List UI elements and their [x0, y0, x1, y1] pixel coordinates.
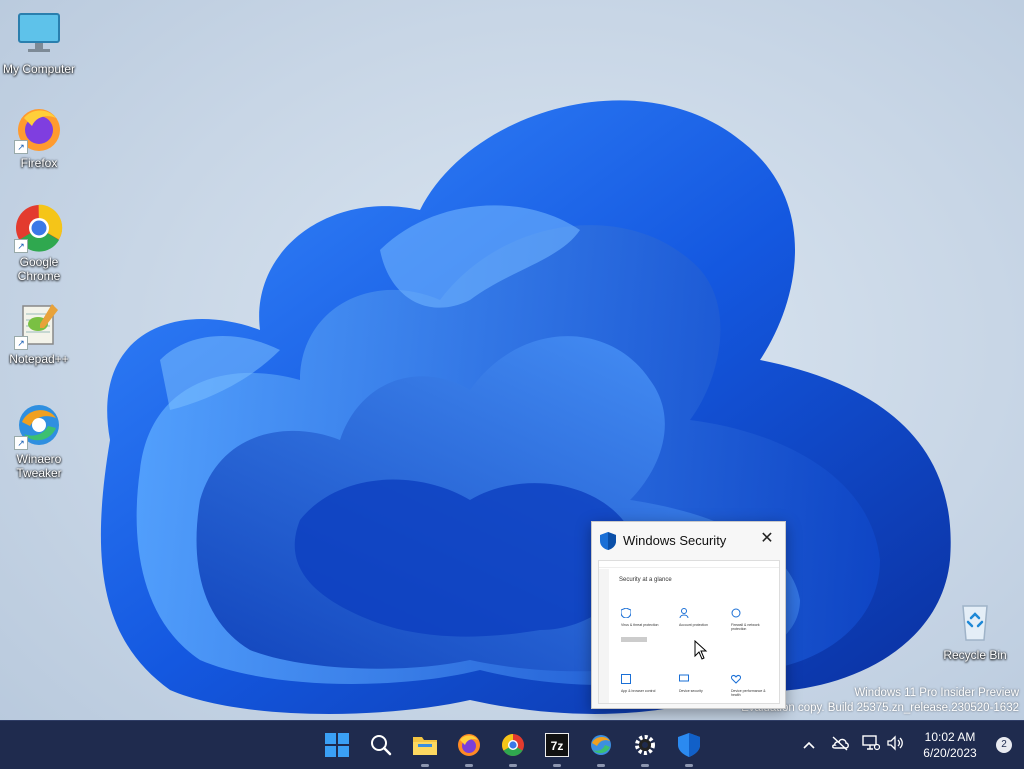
chrome-icon: ↗ [14, 203, 64, 253]
thumb-tile-button [621, 637, 647, 642]
search-icon [371, 735, 392, 756]
desktop-icon-firefox[interactable]: ↗ Firefox [1, 104, 77, 170]
firefox-icon: ↗ [14, 104, 64, 154]
desktop-icon-label: Recycle Bin [943, 648, 1007, 662]
notepad-plus-plus-icon: ↗ [14, 300, 64, 350]
taskbar-settings[interactable] [629, 729, 661, 767]
desktop-icon-label: Google [19, 255, 59, 269]
running-indicator [509, 764, 517, 767]
taskbar: 7z 10:02 AM 6/20/2023 2 [0, 720, 1024, 769]
clock-date: 6/20/2023 [923, 746, 977, 760]
system-tray: 10:02 AM 6/20/2023 2 [800, 721, 1012, 769]
chrome-icon [502, 734, 524, 756]
person-icon [679, 608, 689, 619]
settings-icon [635, 735, 655, 755]
winaero-tweaker-icon [591, 735, 611, 755]
windows-security-icon [678, 733, 700, 757]
running-indicator [553, 764, 561, 767]
desktop-icon-my-computer[interactable]: My Computer [1, 10, 77, 76]
thumb-tile-firewall: Firewall & network protection [731, 605, 775, 631]
start-icon [325, 733, 349, 757]
thumb-tile-virus: Virus & threat protection [620, 605, 665, 642]
desktop-icon-notepad-plus-plus[interactable]: ↗ Notepad++ [1, 300, 77, 366]
volume-icon [887, 734, 903, 751]
running-indicator [421, 764, 429, 767]
running-indicator [685, 764, 693, 767]
network-icon [862, 734, 881, 750]
windows-security-preview[interactable]: Windows Security ✕ Security at a glance … [591, 521, 786, 709]
shortcut-arrow-icon: ↗ [14, 140, 28, 154]
chevron-up-icon [803, 741, 815, 749]
shield-icon [620, 607, 632, 619]
clock-time: 10:02 AM [924, 730, 976, 744]
running-indicator [465, 764, 473, 767]
thumb-heading: Security at a glance [619, 577, 672, 583]
laptop-icon [679, 674, 689, 682]
taskbar-windows-security[interactable] [673, 729, 705, 767]
thumb-tile-label: App & browser control [621, 689, 656, 693]
thumb-tile-label: Virus & threat protection [621, 623, 659, 627]
preview-close-button[interactable]: ✕ [759, 531, 775, 547]
7zip-icon: 7z [545, 733, 569, 757]
notification-count-badge: 2 [1001, 739, 1007, 750]
taskbar-chrome[interactable] [497, 729, 529, 767]
desktop-icon-recycle-bin[interactable]: Recycle Bin [937, 596, 1013, 662]
wallpaper [100, 100, 951, 714]
shortcut-arrow-icon: ↗ [14, 239, 28, 253]
taskbar-firefox[interactable] [453, 729, 485, 767]
show-hidden-icons-button[interactable] [800, 736, 818, 754]
browser-icon [621, 674, 631, 684]
desktop-icon-google-chrome[interactable]: ↗ Google Chrome [1, 203, 77, 283]
recycle-bin-icon [950, 596, 1000, 646]
thumb-tile-device-security: Device security [679, 671, 723, 693]
shortcut-arrow-icon: ↗ [14, 436, 28, 450]
monitor-icon [14, 10, 64, 60]
running-indicator [641, 764, 649, 767]
search-button[interactable] [365, 729, 397, 761]
thumb-tile-account: Account protection [679, 605, 723, 627]
desktop-icon-label: Notepad++ [9, 352, 69, 366]
desktop-icon-label: Chrome [17, 269, 61, 283]
desktop-icon-label: Firefox [20, 156, 58, 170]
desktop-icon-label: Tweaker [16, 466, 62, 480]
thumb-tile-app-browser: App & browser control [621, 671, 665, 693]
preview-thumbnail[interactable]: Security at a glance Virus & threat prot… [598, 560, 780, 704]
taskbar-winaero-tweaker[interactable] [585, 729, 617, 767]
heart-icon [731, 675, 741, 684]
thumb-tile-label: Device performance & health [731, 689, 766, 697]
firefox-icon [458, 734, 480, 756]
svg-text:7z: 7z [551, 739, 564, 753]
clock-button[interactable]: 10:02 AM 6/20/2023 [914, 729, 986, 761]
start-button[interactable] [321, 729, 353, 761]
desktop-icon-label: My Computer [2, 62, 76, 76]
winaero-tweaker-icon: ↗ [14, 400, 64, 450]
thumb-sidebar [599, 569, 609, 703]
thumb-tile-label: Device security [679, 689, 703, 693]
thumb-tile-label: Account protection [679, 623, 708, 627]
network-button[interactable] [862, 734, 882, 756]
preview-title: Windows Security [623, 533, 727, 548]
thumb-toolbar [599, 561, 779, 568]
thumb-tile-label: Firewall & network protection [731, 623, 760, 631]
taskbar-7zip[interactable]: 7z [541, 729, 573, 767]
mouse-cursor-icon [694, 640, 708, 660]
running-indicator [597, 764, 605, 767]
desktop-icon-label: Winaero [16, 452, 62, 466]
file-explorer-icon [413, 737, 437, 755]
taskbar-file-explorer[interactable] [409, 729, 441, 767]
desktop-icon-winaero-tweaker[interactable]: ↗ Winaero Tweaker [1, 400, 77, 480]
thumb-tile-performance: Device performance & health [731, 671, 775, 697]
notification-center-button[interactable]: 2 [996, 737, 1012, 753]
windows-security-icon [600, 532, 616, 550]
wifi-icon [731, 608, 741, 618]
volume-button[interactable] [886, 734, 906, 756]
onedrive-offline-icon [832, 735, 849, 751]
shortcut-arrow-icon: ↗ [14, 336, 28, 350]
onedrive-button[interactable] [830, 735, 852, 756]
